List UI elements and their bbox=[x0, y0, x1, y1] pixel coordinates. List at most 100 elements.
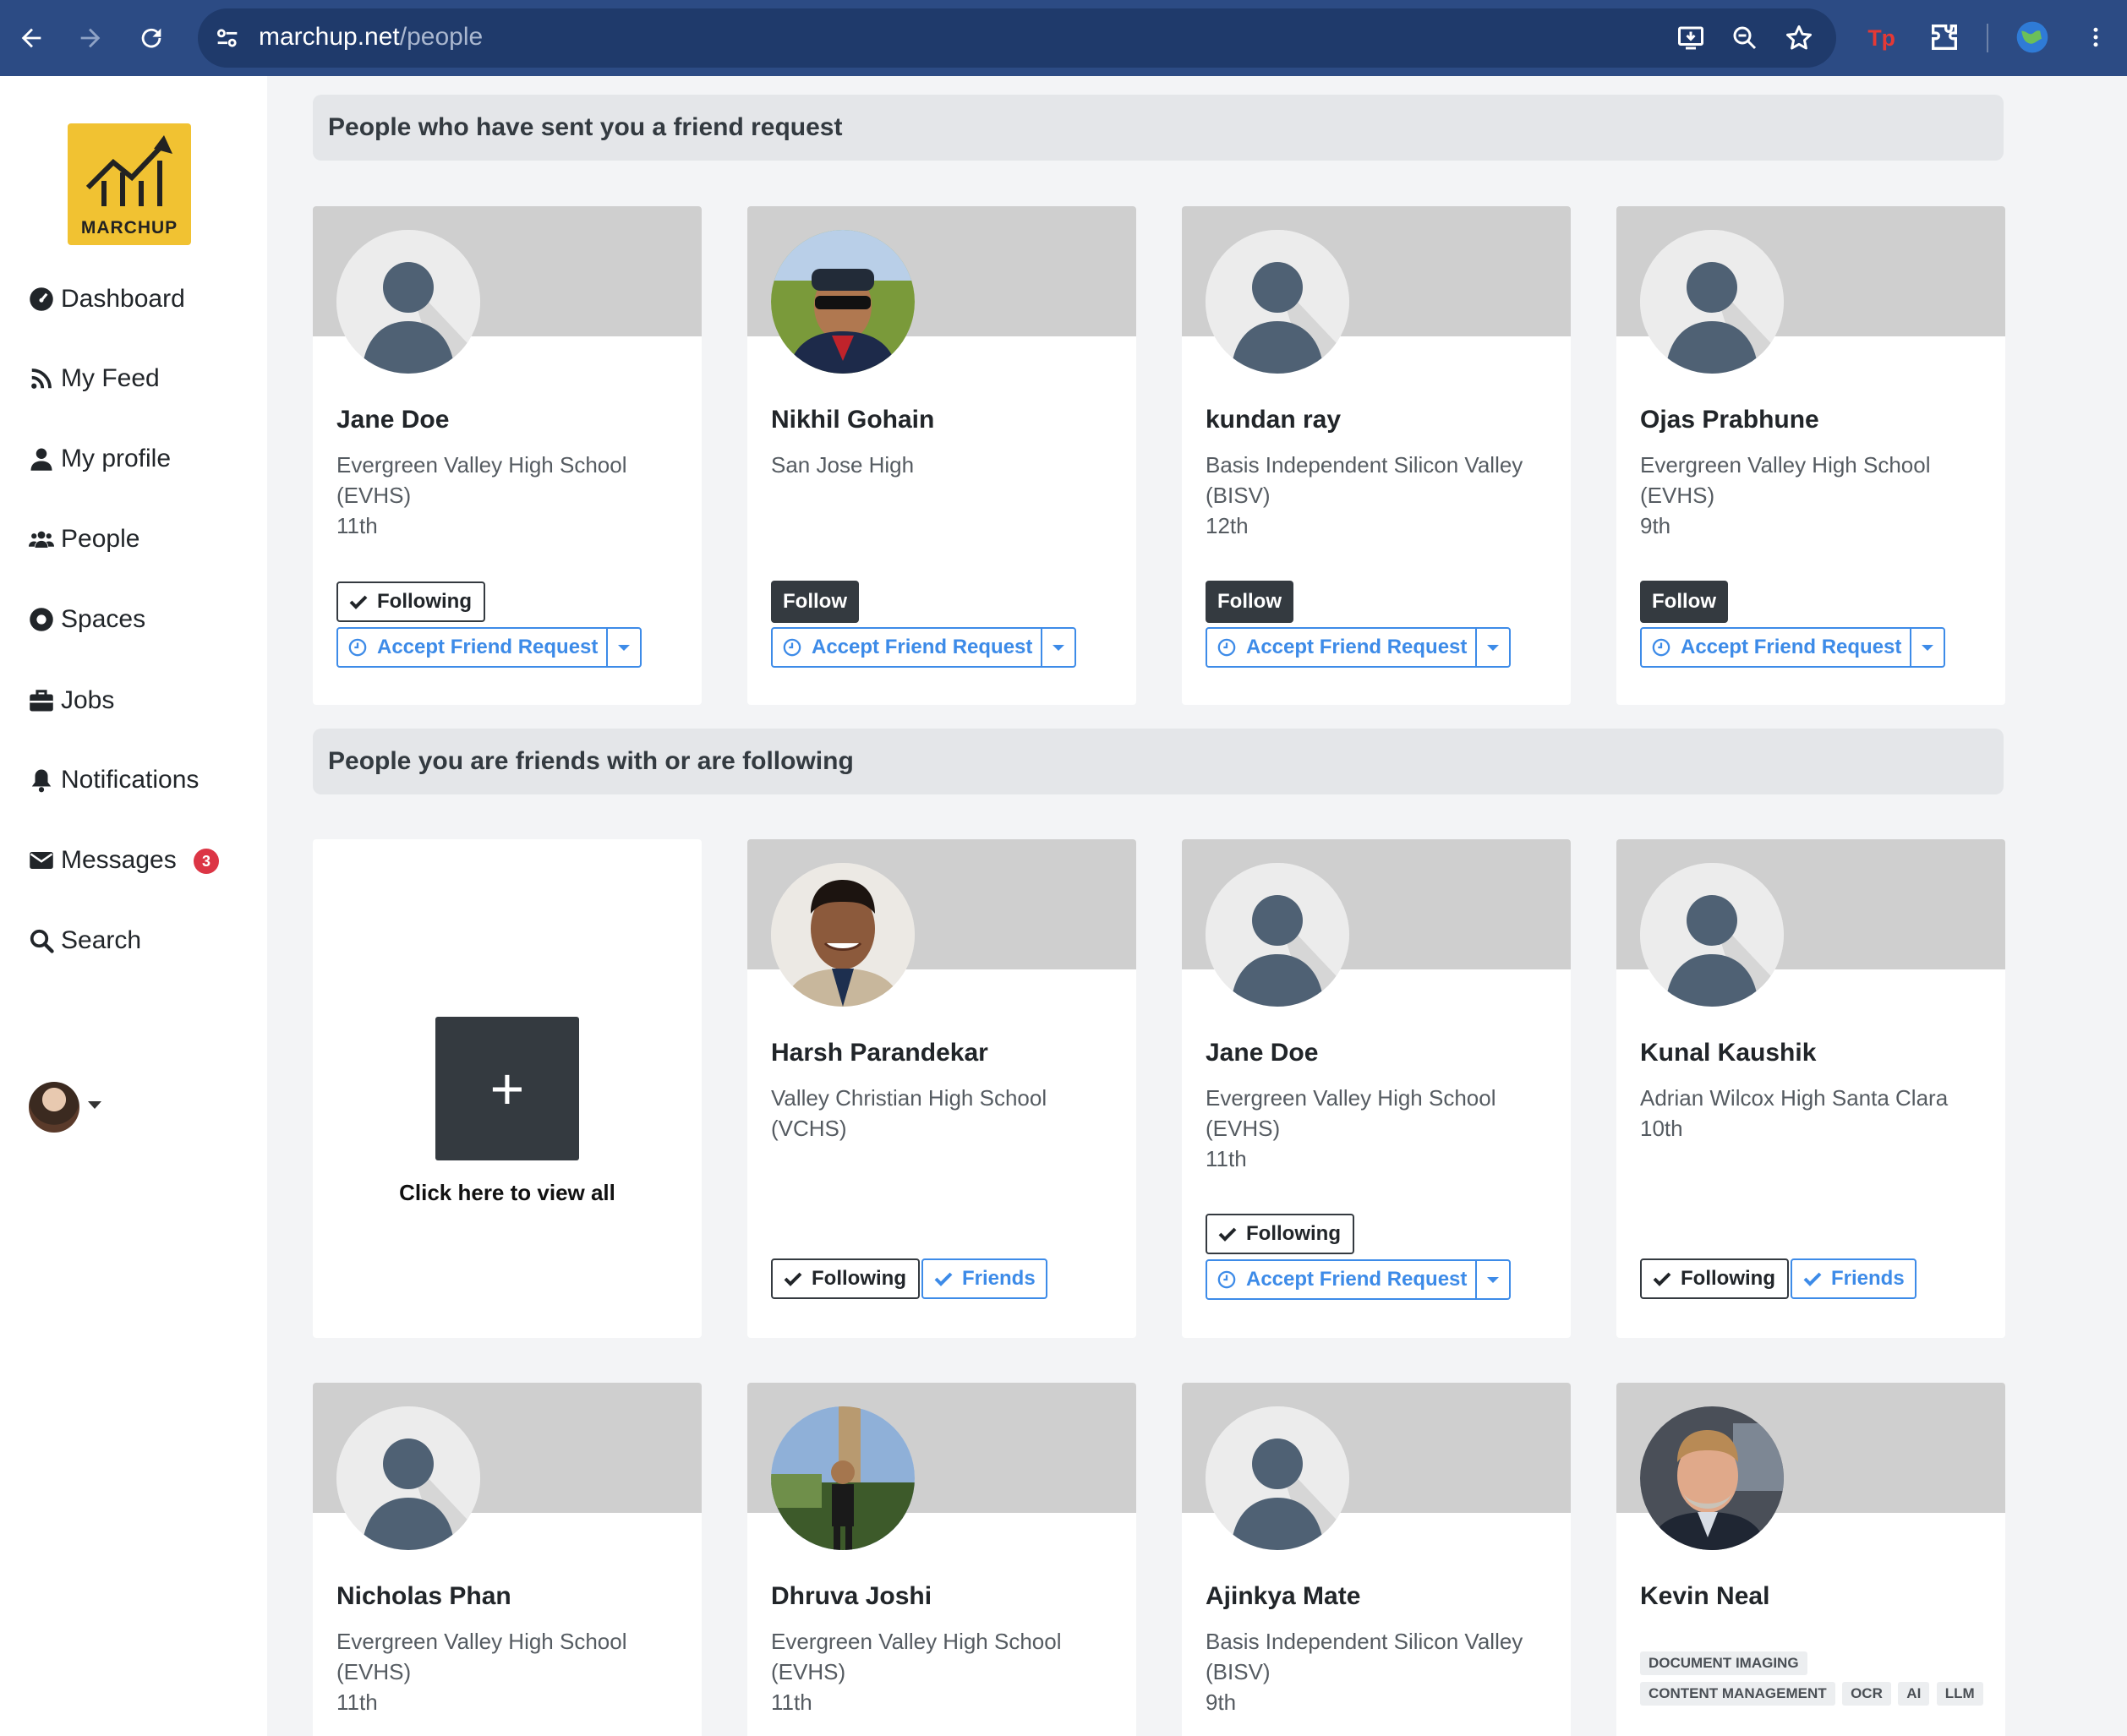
sidebar-item-messages[interactable]: Messages bbox=[29, 842, 177, 879]
school-name: Valley Christian High School (VCHS) bbox=[771, 1085, 1047, 1141]
marchup-logo[interactable]: MARCHUP bbox=[68, 123, 191, 245]
person-name[interactable]: Nicholas Phan bbox=[336, 1582, 511, 1611]
person-name[interactable]: kundan ray bbox=[1206, 406, 1341, 434]
logo-text: MARCHUP bbox=[80, 218, 178, 237]
friends-button[interactable]: Friends bbox=[921, 1258, 1047, 1299]
view-all-link[interactable]: Click here to view all bbox=[313, 1180, 702, 1206]
circle-dot-icon bbox=[30, 608, 53, 631]
sidebar-item-search[interactable]: Search bbox=[29, 922, 141, 959]
school-name: Basis Independent Silicon Valley (BISV) bbox=[1206, 452, 1523, 508]
rss-icon bbox=[31, 368, 52, 389]
skill-tag[interactable]: AI bbox=[1898, 1682, 1930, 1706]
clock-icon bbox=[1217, 1270, 1236, 1289]
follow-button[interactable]: Follow bbox=[1640, 581, 1728, 623]
person-school: Evergreen Valley High School (EVHS) 11th bbox=[336, 450, 692, 541]
sidebar-item-label: Spaces bbox=[61, 605, 146, 633]
default-avatar-icon[interactable] bbox=[1206, 230, 1349, 374]
profile-photo[interactable] bbox=[1640, 1406, 1784, 1550]
user-avatar[interactable] bbox=[29, 1082, 79, 1133]
accept-friend-request-button[interactable]: Accept Friend Request bbox=[1207, 629, 1475, 666]
default-avatar-icon[interactable] bbox=[336, 1406, 480, 1550]
site-settings-icon[interactable] bbox=[213, 24, 242, 52]
follow-button[interactable]: Follow bbox=[1206, 581, 1293, 623]
accept-dropdown-toggle[interactable] bbox=[1910, 629, 1944, 666]
sidebar-item-my-profile[interactable]: My profile bbox=[29, 440, 171, 478]
accept-friend-request-button[interactable]: Accept Friend Request bbox=[1642, 629, 1910, 666]
forward-button[interactable] bbox=[71, 19, 110, 57]
sidebar-item-my-feed[interactable]: My Feed bbox=[29, 360, 160, 397]
profile-globe-icon[interactable] bbox=[2014, 19, 2051, 56]
extensions-puzzle-icon[interactable] bbox=[1927, 19, 1961, 56]
person-name[interactable]: Ojas Prabhune bbox=[1640, 406, 1819, 434]
reload-button[interactable] bbox=[132, 19, 171, 57]
friends-button[interactable]: Friends bbox=[1791, 1258, 1916, 1299]
sidebar-item-label: Messages bbox=[61, 846, 177, 874]
accept-friend-request-button[interactable]: Accept Friend Request bbox=[773, 629, 1041, 666]
following-button[interactable]: Following bbox=[1206, 1214, 1354, 1254]
default-avatar-icon[interactable] bbox=[1640, 230, 1784, 374]
person-name[interactable]: Harsh Parandekar bbox=[771, 1039, 988, 1067]
zoom-icon[interactable] bbox=[1730, 23, 1760, 53]
back-button[interactable] bbox=[12, 19, 51, 57]
install-app-icon[interactable] bbox=[1676, 23, 1706, 53]
user-menu-caret-icon[interactable] bbox=[88, 1101, 101, 1109]
plus-icon[interactable]: + bbox=[435, 1017, 579, 1160]
sidebar-item-dashboard[interactable]: Dashboard bbox=[29, 281, 185, 318]
person-name[interactable]: Jane Doe bbox=[336, 406, 449, 434]
address-bar[interactable]: marchup.net/people bbox=[198, 8, 1836, 68]
sidebar-item-jobs[interactable]: Jobs bbox=[29, 682, 114, 719]
school-name: Adrian Wilcox High Santa Clara bbox=[1640, 1085, 1949, 1111]
following-button[interactable]: Following bbox=[1640, 1258, 1789, 1299]
default-avatar-icon[interactable] bbox=[1206, 863, 1349, 1007]
reload-icon bbox=[141, 28, 161, 48]
skill-tag[interactable]: CONTENT MANAGEMENT bbox=[1640, 1682, 1835, 1706]
person-name[interactable]: Nikhil Gohain bbox=[771, 406, 934, 434]
default-avatar-icon[interactable] bbox=[1206, 1406, 1349, 1550]
person-name[interactable]: Dhruva Joshi bbox=[771, 1582, 932, 1611]
friend-card: Ajinkya Mate Basis Independent Silicon V… bbox=[1182, 1383, 1571, 1736]
person-name[interactable]: Jane Doe bbox=[1206, 1039, 1318, 1067]
sidebar-item-spaces[interactable]: Spaces bbox=[29, 601, 145, 638]
accept-dropdown-toggle[interactable] bbox=[1041, 629, 1074, 666]
accept-friend-request-button[interactable]: Accept Friend Request bbox=[1207, 1261, 1475, 1298]
skill-tag[interactable]: OCR bbox=[1842, 1682, 1891, 1706]
accept-friend-request-group[interactable]: Accept Friend Request bbox=[1206, 627, 1512, 668]
default-avatar-icon[interactable] bbox=[1640, 863, 1784, 1007]
person-name[interactable]: Kunal Kaushik bbox=[1640, 1039, 1816, 1067]
accept-friend-request-group[interactable]: Accept Friend Request bbox=[336, 627, 642, 668]
dashboard-icon bbox=[30, 287, 53, 311]
school-name: Evergreen Valley High School (EVHS) bbox=[336, 452, 627, 508]
default-avatar-icon[interactable] bbox=[336, 230, 480, 374]
accept-friend-request-group[interactable]: Accept Friend Request bbox=[771, 627, 1077, 668]
person-name[interactable]: Ajinkya Mate bbox=[1206, 1582, 1360, 1611]
accept-label: Accept Friend Request bbox=[1246, 636, 1468, 658]
extension-tp-icon[interactable]: Tp bbox=[1865, 19, 1899, 56]
following-button[interactable]: Following bbox=[336, 581, 485, 622]
friend-card: Harsh Parandekar Valley Christian High S… bbox=[747, 839, 1136, 1338]
accept-friend-request-group[interactable]: Accept Friend Request bbox=[1206, 1259, 1512, 1300]
request-card: Jane Doe Evergreen Valley High School (E… bbox=[313, 206, 702, 705]
person-name[interactable]: Kevin Neal bbox=[1640, 1582, 1769, 1611]
bookmark-star-icon[interactable] bbox=[1784, 23, 1814, 53]
arrow-left-icon bbox=[21, 28, 41, 48]
follow-button[interactable]: Follow bbox=[771, 581, 859, 623]
sidebar-item-label: People bbox=[61, 525, 140, 553]
profile-photo[interactable] bbox=[771, 863, 915, 1007]
accept-dropdown-toggle[interactable] bbox=[1475, 629, 1509, 666]
profile-photo[interactable] bbox=[771, 1406, 915, 1550]
browser-menu-icon[interactable] bbox=[2083, 19, 2108, 56]
skill-tag[interactable]: LLM bbox=[1936, 1682, 1983, 1706]
view-all-card[interactable]: + Click here to view all bbox=[313, 839, 702, 1338]
sidebar-item-notifications[interactable]: Notifications bbox=[29, 762, 199, 799]
sidebar-item-people[interactable]: People bbox=[29, 521, 139, 558]
arrow-right-icon bbox=[80, 28, 101, 48]
accept-friend-request-group[interactable]: Accept Friend Request bbox=[1640, 627, 1946, 668]
school-name: Evergreen Valley High School (EVHS) bbox=[336, 1629, 627, 1684]
following-button[interactable]: Following bbox=[771, 1258, 920, 1299]
accept-friend-request-button[interactable]: Accept Friend Request bbox=[338, 629, 606, 666]
caret-down-icon bbox=[1487, 1276, 1500, 1283]
accept-dropdown-toggle[interactable] bbox=[1475, 1261, 1509, 1298]
accept-dropdown-toggle[interactable] bbox=[606, 629, 640, 666]
skill-tag[interactable]: DOCUMENT IMAGING bbox=[1640, 1651, 1807, 1675]
profile-photo[interactable] bbox=[771, 230, 915, 374]
